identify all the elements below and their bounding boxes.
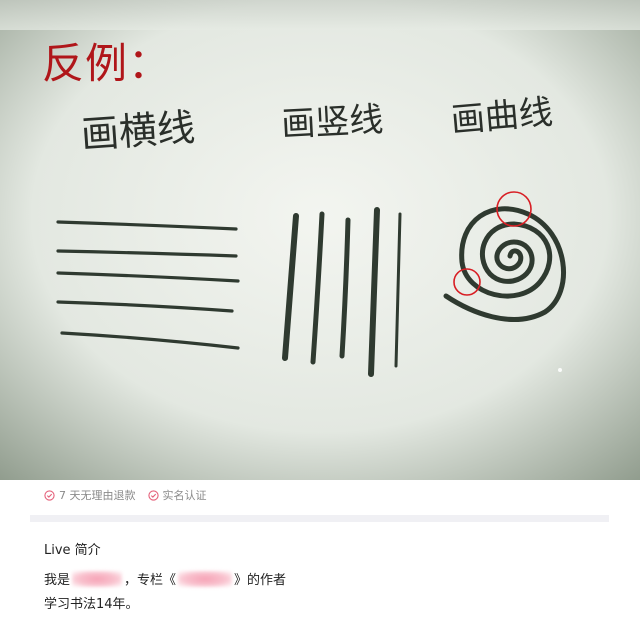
- intro-prefix: 我是: [44, 573, 71, 588]
- guarantee-label: 实名认证: [162, 489, 207, 502]
- check-circle-icon: [147, 489, 159, 501]
- guarantee-refund: 7 天无理由退款: [44, 487, 136, 503]
- guarantee-label: 7 天无理由退款: [59, 489, 136, 502]
- guarantee-row: 7 天无理由退款 实名认证: [44, 486, 207, 504]
- heading-horizontal: 画横线: [80, 105, 197, 157]
- intro-title: Live 简介: [44, 543, 101, 558]
- heading-vertical: 画竖线: [280, 100, 384, 145]
- section-divider: [30, 515, 609, 522]
- lesson-photo: 画横线 画竖线 画曲线 反例：: [0, 0, 640, 480]
- intro-line-experience: 学习书法14年。: [44, 597, 139, 612]
- intro-suffix: 》的作者: [234, 573, 287, 588]
- redacted-column-name: [178, 570, 233, 587]
- guarantee-verified: 实名认证: [147, 487, 207, 503]
- counter-example-label: 反例：: [42, 39, 172, 88]
- intro-line-author: 我是 ，专栏《 》的作者: [44, 569, 286, 588]
- redacted-author-name: [72, 570, 123, 587]
- check-circle-icon: [44, 489, 55, 501]
- intro-middle: ，专栏《: [124, 573, 177, 588]
